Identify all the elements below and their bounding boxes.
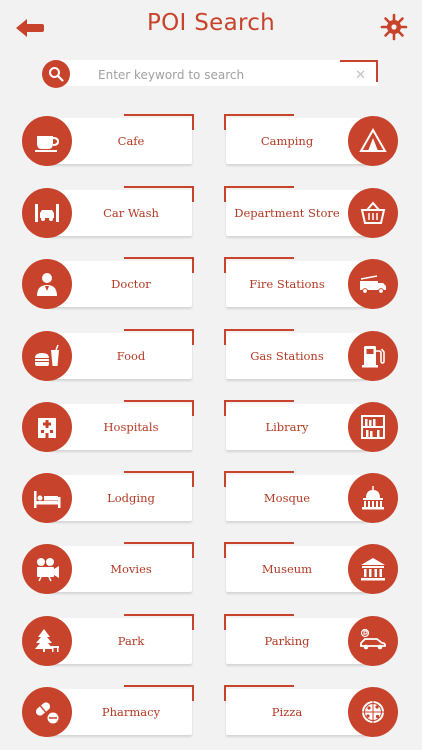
museum-icon [348, 544, 398, 594]
category-park[interactable]: Park [22, 612, 198, 670]
bed-icon [22, 473, 72, 523]
category-label-camping: Camping [224, 114, 368, 164]
clear-icon[interactable]: ✕ [355, 68, 366, 83]
category-gas-stations[interactable]: Gas Stations [222, 327, 398, 385]
category-lodging[interactable]: Lodging [22, 469, 198, 527]
tree-bench-icon [22, 616, 72, 666]
category-mosque[interactable]: Mosque [222, 469, 398, 527]
pill-capsule-icon [22, 687, 72, 737]
fuel-pump-icon [348, 331, 398, 381]
category-movies[interactable]: Movies [22, 540, 198, 598]
category-fire-stations[interactable]: Fire Stations [222, 255, 398, 313]
category-parking[interactable]: Parking [222, 612, 398, 670]
gear-burst-icon [380, 13, 408, 41]
category-car-wash[interactable]: Car Wash [22, 184, 198, 242]
category-label-pizza: Pizza [224, 685, 368, 735]
category-museum[interactable]: Museum [222, 540, 398, 598]
category-label-museum: Museum [224, 542, 368, 592]
category-hospitals[interactable]: Hospitals [22, 398, 198, 456]
parking-car-icon [348, 616, 398, 666]
dome-building-icon [348, 473, 398, 523]
category-label-library: Library [224, 400, 368, 450]
category-label-gas-stations: Gas Stations [224, 329, 368, 379]
search-field-container: ✕ [60, 60, 378, 87]
category-pizza[interactable]: Pizza [222, 683, 398, 741]
bookshelf-icon [348, 402, 398, 452]
category-food[interactable]: Food [22, 327, 198, 385]
search-bar: ✕ [42, 58, 380, 90]
category-department-store[interactable]: Department Store [222, 184, 398, 242]
page-title: POI Search [146, 10, 276, 36]
search-input[interactable] [96, 63, 360, 87]
tent-icon [348, 116, 398, 166]
category-camping[interactable]: Camping [222, 112, 398, 170]
category-pharmacy[interactable]: Pharmacy [22, 683, 198, 741]
category-doctor[interactable]: Doctor [22, 255, 198, 313]
search-icon[interactable] [42, 60, 70, 88]
coffee-cup-icon [22, 116, 72, 166]
doctor-icon [22, 259, 72, 309]
category-label-department-store: Department Store [224, 186, 368, 236]
pizza-icon [348, 687, 398, 737]
settings-button[interactable] [380, 13, 408, 41]
category-label-fire-stations: Fire Stations [224, 257, 368, 307]
header-bar: POI Search [0, 0, 422, 56]
category-label-mosque: Mosque [224, 471, 368, 521]
burger-drink-icon [22, 331, 72, 381]
category-label-parking: Parking [224, 614, 368, 664]
fire-truck-icon [348, 259, 398, 309]
category-library[interactable]: Library [222, 398, 398, 456]
hospital-building-icon [22, 402, 72, 452]
shopping-basket-icon [348, 188, 398, 238]
car-wash-icon [22, 188, 72, 238]
category-cafe[interactable]: Cafe [22, 112, 198, 170]
film-projector-icon [22, 544, 72, 594]
